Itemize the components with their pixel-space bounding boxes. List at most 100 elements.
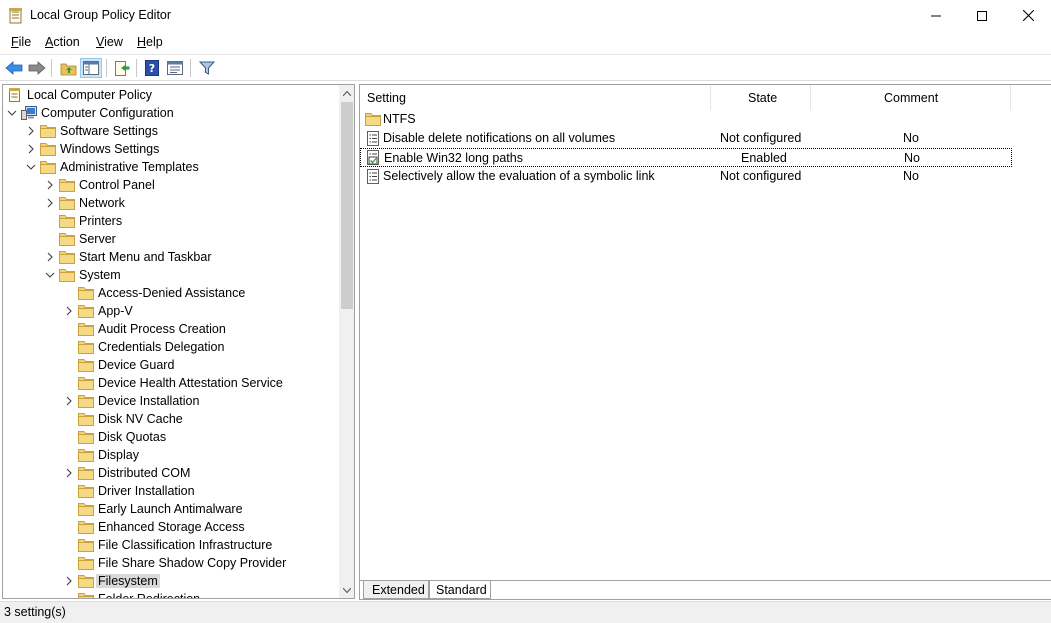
tree-item-label: Network [79, 196, 125, 210]
menu-help[interactable]: Help [137, 35, 163, 49]
tree-item[interactable]: Disk Quotas [3, 428, 339, 446]
tree-item-label: Access-Denied Assistance [98, 286, 246, 300]
tree-item[interactable]: Driver Installation [3, 482, 339, 500]
show-hide-console-tree-button[interactable] [80, 58, 102, 78]
tree-item-label: Disk NV Cache [98, 412, 183, 426]
tree-item[interactable]: Network [3, 194, 339, 212]
chevron-right-icon[interactable] [45, 198, 55, 208]
console-tree[interactable]: Local Computer Policy Computer Configurat… [2, 84, 355, 599]
tree-item[interactable]: Disk NV Cache [3, 410, 339, 428]
tree-item[interactable]: System [3, 266, 339, 284]
list-item[interactable]: Selectively allow the evaluation of a sy… [360, 167, 1051, 186]
folder-icon [78, 593, 94, 598]
setting-state: Not configured [720, 169, 802, 183]
tree-item[interactable]: Start Menu and Taskbar [3, 248, 339, 266]
column-header-setting[interactable]: Setting [360, 85, 711, 110]
tree-vertical-scrollbar[interactable] [339, 85, 354, 598]
folder-icon [78, 287, 94, 300]
tree-item[interactable]: Device Health Attestation Service [3, 374, 339, 392]
chevron-down-icon[interactable] [26, 162, 36, 172]
menu-view[interactable]: View [96, 35, 123, 49]
tree-item[interactable]: Audit Process Creation [3, 320, 339, 338]
chevron-right-icon[interactable] [64, 576, 74, 586]
tree-item[interactable]: Access-Denied Assistance [3, 284, 339, 302]
help-icon: ? [145, 60, 159, 76]
tree-item[interactable]: Distributed COM [3, 464, 339, 482]
tree-item-label: Server [79, 232, 116, 246]
folder-icon [40, 161, 56, 174]
tree-item-label: Start Menu and Taskbar [79, 250, 212, 264]
tree-item[interactable]: Credentials Delegation [3, 338, 339, 356]
chevron-down-icon[interactable] [45, 270, 55, 280]
tree-item[interactable]: Local Computer Policy [3, 86, 339, 104]
tree-item[interactable]: Device Installation [3, 392, 339, 410]
tree-item[interactable]: Printers [3, 212, 339, 230]
help-button[interactable]: ? [141, 58, 163, 78]
list-item-folder[interactable]: NTFS [360, 110, 1051, 129]
forward-button[interactable] [26, 58, 48, 78]
folder-icon [78, 503, 94, 516]
chevron-right-icon[interactable] [45, 252, 55, 262]
tree-item[interactable]: Administrative Templates [3, 158, 339, 176]
scroll-down-button[interactable] [339, 582, 354, 598]
tree-item-label: File Classification Infrastructure [98, 538, 273, 552]
folder-icon [40, 125, 56, 138]
column-header-state[interactable]: State [711, 85, 811, 110]
setting-name: Disable delete notifications on all volu… [383, 131, 616, 145]
up-one-level-button[interactable] [57, 58, 79, 78]
setting-comment: No [904, 151, 920, 165]
tree-item-label: Folder Redirection [96, 592, 202, 598]
tree-item[interactable]: Software Settings [3, 122, 339, 140]
chevron-right-icon[interactable] [26, 144, 36, 154]
maximize-button[interactable] [959, 0, 1005, 31]
folder-icon [78, 575, 94, 588]
setting-comment: No [903, 131, 919, 145]
chevron-right-icon[interactable] [64, 468, 74, 478]
policy-setting-enabled-icon [367, 150, 379, 165]
tree-item[interactable]: Folder Redirection [3, 590, 339, 598]
folder-icon [78, 377, 94, 390]
menu-file[interactable]: File [11, 35, 31, 49]
export-list-icon [115, 60, 130, 76]
tree-item[interactable]: Filesystem [3, 572, 339, 590]
folder-icon [78, 557, 94, 570]
list-item[interactable]: Enable Win32 long paths Enabled No [360, 148, 1012, 167]
tree-item-label: Enhanced Storage Access [98, 520, 245, 534]
column-header-state-label: State [748, 91, 778, 105]
minimize-button[interactable] [913, 0, 959, 31]
tab-standard[interactable]: Standard [429, 581, 491, 599]
list-item[interactable]: Disable delete notifications on all volu… [360, 129, 1051, 148]
tree-item[interactable]: Control Panel [3, 176, 339, 194]
folder-icon [78, 395, 94, 408]
tree-item[interactable]: Server [3, 230, 339, 248]
column-header-comment[interactable]: Comment [811, 85, 1011, 110]
tree-item[interactable]: Computer Configuration [3, 104, 339, 122]
tree-item[interactable]: File Classification Infrastructure [3, 536, 339, 554]
chevron-right-icon[interactable] [64, 396, 74, 406]
chevron-up-icon [343, 90, 351, 96]
tree-item-label: Device Installation [98, 394, 200, 408]
tree-item[interactable]: Display [3, 446, 339, 464]
tree-item[interactable]: File Share Shadow Copy Provider [3, 554, 339, 572]
back-button[interactable] [3, 58, 25, 78]
chevron-right-icon[interactable] [45, 180, 55, 190]
tree-item[interactable]: Windows Settings [3, 140, 339, 158]
scroll-up-button[interactable] [339, 85, 354, 101]
tree-item-label: Device Health Attestation Service [98, 376, 283, 390]
tree-item[interactable]: Device Guard [3, 356, 339, 374]
tree-item[interactable]: Enhanced Storage Access [3, 518, 339, 536]
close-button[interactable] [1005, 0, 1051, 31]
filter-button[interactable] [196, 58, 218, 78]
properties-button[interactable] [164, 58, 186, 78]
tree-item-label: Audit Process Creation [98, 322, 226, 336]
maximize-icon [977, 10, 987, 21]
chevron-right-icon[interactable] [26, 126, 36, 136]
menu-action[interactable]: Action [45, 35, 80, 49]
export-list-button[interactable] [111, 58, 133, 78]
tab-extended[interactable]: Extended [363, 581, 429, 599]
tree-item[interactable]: App-V [3, 302, 339, 320]
scroll-thumb[interactable] [341, 102, 353, 309]
tree-item[interactable]: Early Launch Antimalware [3, 500, 339, 518]
chevron-right-icon[interactable] [64, 306, 74, 316]
chevron-down-icon[interactable] [7, 108, 17, 118]
